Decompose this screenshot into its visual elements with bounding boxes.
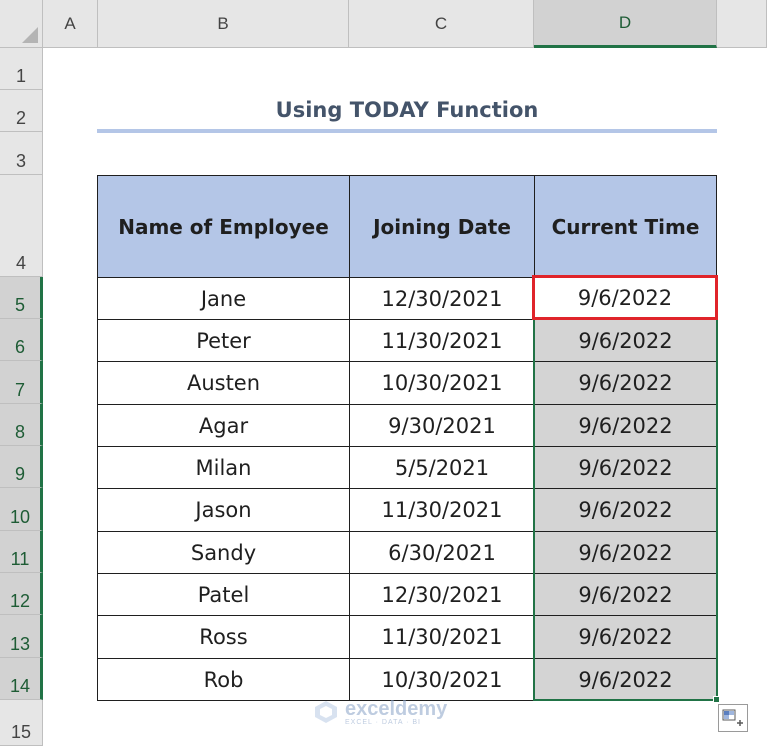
column-header-c[interactable]: C	[349, 0, 534, 48]
cell-joining-date[interactable]: 6/30/2021	[349, 531, 535, 574]
quick-analysis-icon	[722, 709, 743, 726]
cell-joining-date[interactable]: 11/30/2021	[349, 319, 535, 362]
sheet-title: Using TODAY Function	[275, 98, 539, 122]
column-header-b[interactable]: B	[98, 0, 349, 48]
active-cell-d5[interactable]: 9/6/2022	[532, 275, 718, 320]
cell-joining-date[interactable]: 10/30/2021	[349, 658, 535, 701]
cell-joining-date[interactable]: 11/30/2021	[349, 488, 535, 532]
select-all-corner[interactable]	[0, 0, 43, 48]
cell-joining-date[interactable]: 11/30/2021	[349, 615, 535, 659]
cell-name[interactable]: Peter	[97, 319, 350, 362]
row-header-3[interactable]: 3	[0, 132, 43, 175]
row-header-7[interactable]: 7	[0, 361, 43, 404]
row-header-14[interactable]: 14	[0, 658, 43, 700]
row-header-11[interactable]: 11	[0, 531, 43, 573]
row-header-15[interactable]: 15	[0, 700, 43, 746]
exceldemy-logo-icon	[315, 701, 337, 723]
cell-name[interactable]: Austen	[97, 361, 350, 405]
cell-name[interactable]: Jason	[97, 488, 350, 532]
header-name-of-employee[interactable]: Name of Employee	[97, 175, 350, 278]
column-header-e[interactable]	[717, 0, 767, 48]
row-header-2[interactable]: 2	[0, 90, 43, 132]
quick-analysis-button[interactable]	[718, 704, 748, 732]
row-header-10[interactable]: 10	[0, 488, 43, 531]
column-header-a[interactable]: A	[43, 0, 98, 48]
row-header-8[interactable]: 8	[0, 404, 43, 446]
cell-name[interactable]: Agar	[97, 404, 350, 447]
cell-name[interactable]: Jane	[97, 277, 350, 320]
cell-name[interactable]: Patel	[97, 573, 350, 616]
column-header-d[interactable]: D	[534, 0, 717, 48]
select-all-triangle-icon	[22, 27, 38, 43]
cell-name[interactable]: Ross	[97, 615, 350, 659]
selection-range-outline	[533, 277, 718, 701]
header-current-time[interactable]: Current Time	[534, 175, 717, 278]
watermark-brand: exceldemy	[345, 697, 448, 720]
row-header-5[interactable]: 5	[0, 277, 43, 319]
row-header-12[interactable]: 12	[0, 573, 43, 615]
cell-joining-date[interactable]: 9/30/2021	[349, 404, 535, 447]
cell-name[interactable]: Sandy	[97, 531, 350, 574]
fill-handle[interactable]	[713, 696, 720, 703]
cell-joining-date[interactable]: 12/30/2021	[349, 277, 535, 320]
row-header-9[interactable]: 9	[0, 446, 43, 488]
row-header-13[interactable]: 13	[0, 615, 43, 658]
header-joining-date[interactable]: Joining Date	[349, 175, 535, 278]
cell-joining-date[interactable]: 10/30/2021	[349, 361, 535, 405]
watermark-tagline: EXCEL · DATA · BI	[345, 718, 421, 726]
cell-name[interactable]: Rob	[97, 658, 350, 701]
cell-joining-date[interactable]: 12/30/2021	[349, 573, 535, 616]
cell-joining-date[interactable]: 5/5/2021	[349, 446, 535, 489]
title-underline	[97, 129, 717, 133]
row-header-6[interactable]: 6	[0, 319, 43, 361]
row-header-1[interactable]: 1	[0, 48, 43, 90]
exceldemy-watermark: exceldemy EXCEL · DATA · BI	[313, 697, 447, 727]
row-header-4[interactable]: 4	[0, 175, 43, 277]
cell-name[interactable]: Milan	[97, 446, 350, 489]
